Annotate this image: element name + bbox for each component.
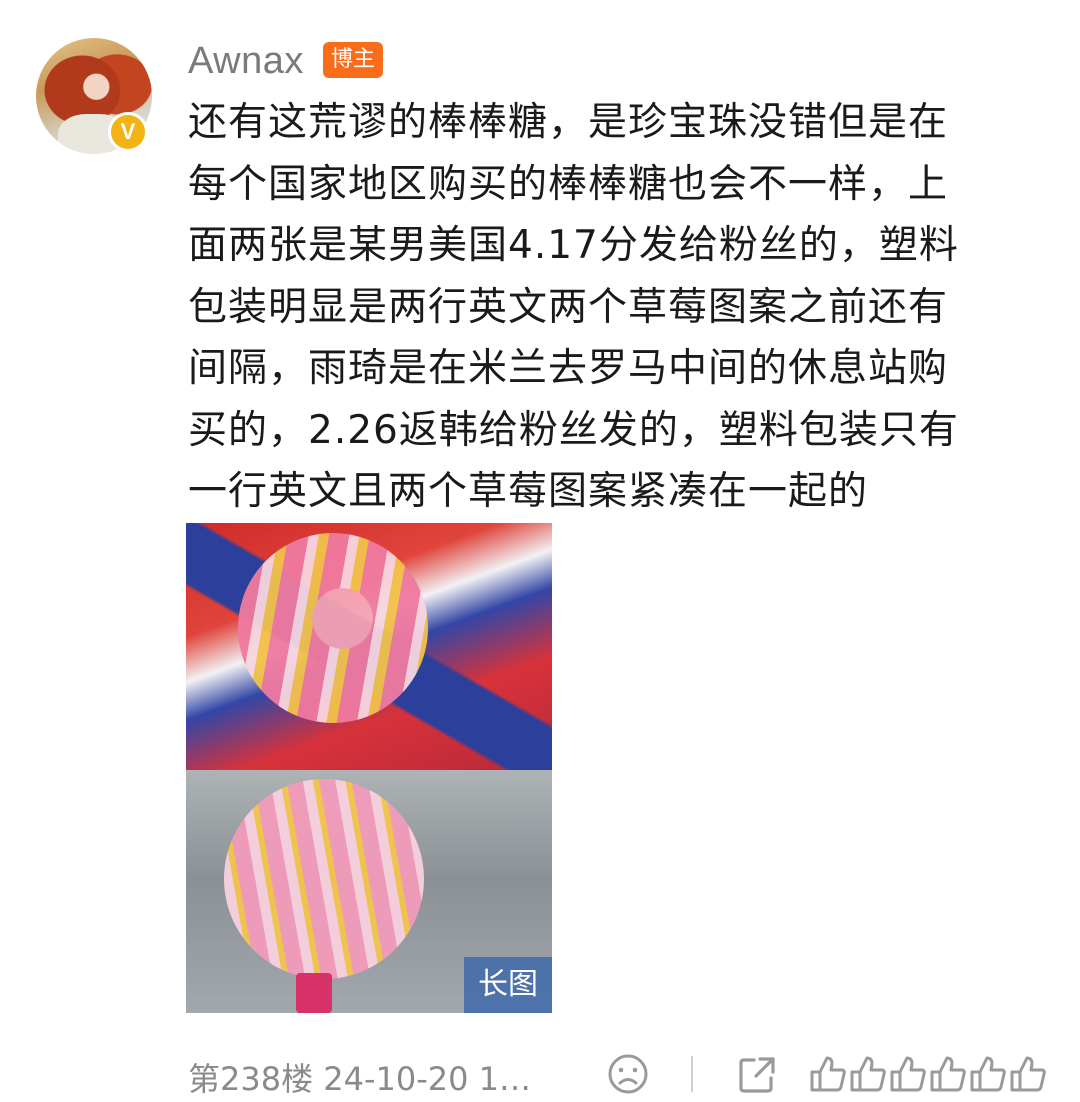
lollipop-bottom xyxy=(224,779,424,979)
floor-and-time: 第238楼 24-10-20 1… xyxy=(188,1060,532,1098)
lollipop-top xyxy=(238,533,428,723)
role-badge: 博主 xyxy=(323,42,383,78)
username[interactable]: Awnax xyxy=(188,40,304,83)
lollipop-stick xyxy=(296,973,332,1013)
post-footer: 第238楼 24-10-20 1… xyxy=(188,1052,1058,1098)
post-text: 还有这荒谬的棒棒糖，是珍宝珠没错但是在 每个国家地区购买的棒棒糖也会不一样，上 … xyxy=(188,100,959,514)
like-icon[interactable] xyxy=(928,1054,968,1098)
verified-icon: V xyxy=(108,112,148,152)
share-icon[interactable] xyxy=(736,1054,778,1100)
like-icon[interactable] xyxy=(808,1054,848,1098)
long-image-badge: 长图 xyxy=(464,957,552,1013)
emoji-icon[interactable] xyxy=(606,1052,650,1100)
like-icon[interactable] xyxy=(968,1054,1008,1098)
like-icon[interactable] xyxy=(1008,1054,1048,1098)
like-icon[interactable] xyxy=(848,1054,888,1098)
footer-divider xyxy=(691,1056,693,1092)
like-icon[interactable] xyxy=(888,1054,928,1098)
post-image[interactable]: 长图 xyxy=(186,523,552,1013)
